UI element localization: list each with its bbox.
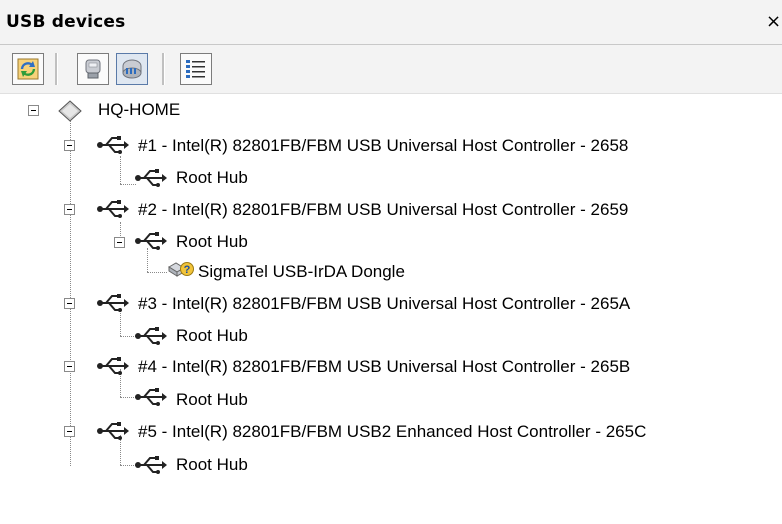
tree-node-root-hub[interactable]: Root Hub bbox=[176, 167, 248, 189]
tree-node-root-hub[interactable]: Root Hub bbox=[176, 389, 248, 411]
usb-icon bbox=[135, 388, 167, 406]
usb-icon bbox=[97, 136, 129, 154]
collapse-toggle[interactable] bbox=[64, 298, 75, 309]
tree-node-root-hub[interactable]: Root Hub bbox=[176, 454, 248, 476]
tree-node-root-hub[interactable]: Root Hub bbox=[176, 231, 248, 253]
computer-diamond-icon bbox=[58, 100, 82, 122]
toolbar-separator bbox=[55, 53, 58, 85]
tree-connector bbox=[147, 272, 167, 273]
usb-icon bbox=[135, 232, 167, 250]
toolbar-separator bbox=[162, 53, 165, 85]
panel-titlebar: USB devices × bbox=[0, 0, 782, 45]
tree-node-controller[interactable]: #5 - Intel(R) 82801FB/FBM USB2 Enhanced … bbox=[138, 421, 646, 443]
tree-connector bbox=[120, 156, 121, 184]
usb-icon bbox=[97, 200, 129, 218]
usb-icon bbox=[135, 169, 167, 187]
refresh-icon bbox=[17, 58, 39, 80]
usb-device-tree: HQ-HOME #1 - Intel(R) 82801FB/FBM USB Un… bbox=[0, 94, 782, 524]
toolbar bbox=[0, 45, 782, 94]
usb-icon bbox=[97, 294, 129, 312]
svg-text:?: ? bbox=[184, 264, 191, 276]
collapse-toggle[interactable] bbox=[64, 426, 75, 437]
tree-connector bbox=[120, 465, 136, 466]
show-hubs-button[interactable] bbox=[116, 53, 148, 85]
close-button[interactable]: × bbox=[766, 11, 782, 32]
collapse-toggle[interactable] bbox=[114, 237, 125, 248]
details-view-button[interactable] bbox=[180, 53, 212, 85]
tree-connector bbox=[120, 336, 136, 337]
tree-node-root[interactable]: HQ-HOME bbox=[98, 99, 180, 121]
tree-connector bbox=[120, 222, 121, 236]
hub-icon bbox=[122, 59, 142, 79]
tree-connector bbox=[70, 116, 71, 466]
usb-icon bbox=[97, 422, 129, 440]
tree-node-controller[interactable]: #2 - Intel(R) 82801FB/FBM USB Universal … bbox=[138, 199, 628, 221]
collapse-toggle[interactable] bbox=[28, 105, 39, 116]
collapse-toggle[interactable] bbox=[64, 140, 75, 151]
tree-connector bbox=[120, 184, 136, 185]
panel-title: USB devices bbox=[6, 12, 126, 32]
tree-node-controller[interactable]: #4 - Intel(R) 82801FB/FBM USB Universal … bbox=[138, 356, 630, 378]
tree-node-root-hub[interactable]: Root Hub bbox=[176, 325, 248, 347]
usb-devices-panel: USB devices × HQ-HOME #1 - Intel(R) 8280… bbox=[0, 0, 782, 524]
usb-icon bbox=[135, 327, 167, 345]
refresh-button[interactable] bbox=[12, 53, 44, 85]
show-devices-button[interactable] bbox=[77, 53, 109, 85]
list-icon bbox=[186, 60, 205, 78]
device-icon bbox=[85, 59, 101, 79]
collapse-toggle[interactable] bbox=[64, 204, 75, 215]
tree-node-controller[interactable]: #3 - Intel(R) 82801FB/FBM USB Universal … bbox=[138, 293, 630, 315]
tree-node-controller[interactable]: #1 - Intel(R) 82801FB/FBM USB Universal … bbox=[138, 135, 628, 157]
tree-node-device[interactable]: SigmaTel USB-IrDA Dongle bbox=[198, 261, 405, 283]
tree-connector bbox=[147, 248, 148, 272]
unknown-device-icon: ? bbox=[168, 262, 194, 277]
usb-icon bbox=[135, 456, 167, 474]
tree-connector bbox=[120, 397, 136, 398]
usb-icon bbox=[97, 357, 129, 375]
collapse-toggle[interactable] bbox=[64, 361, 75, 372]
